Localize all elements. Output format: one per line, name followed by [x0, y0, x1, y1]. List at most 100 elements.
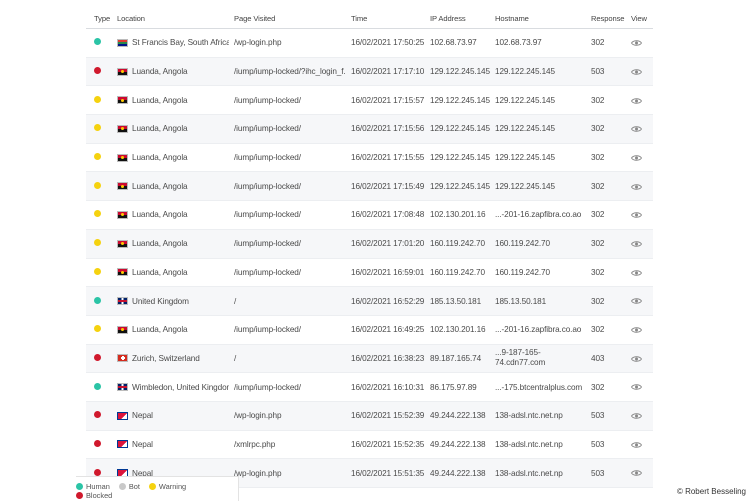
ip-address-cell: 185.13.50.181	[430, 296, 482, 306]
view-cell	[626, 297, 653, 306]
type-status-dot	[94, 325, 101, 333]
header-view: View	[631, 14, 647, 23]
location-text: Luanda, Angola	[132, 67, 188, 77]
eye-icon[interactable]	[631, 440, 642, 449]
eye-icon[interactable]	[631, 67, 642, 76]
response-cell: 302	[591, 38, 605, 48]
country-flag-icon	[117, 96, 128, 105]
response-cell: 503	[591, 468, 605, 478]
type-status-dot	[94, 439, 101, 447]
type-status-dot	[94, 468, 101, 476]
legend-label: Warning	[158, 482, 187, 491]
response-cell: 302	[591, 210, 605, 220]
ip-address-cell: 160.119.242.70	[430, 239, 485, 249]
table-row[interactable]: Luanda, Angola/iump/iump-locked/?ihc_log…	[86, 57, 653, 87]
traffic-table: Type Location Page Visited Time IP Addre…	[86, 9, 653, 488]
table-row[interactable]: Luanda, Angola/iump/iump-locked/16/02/20…	[86, 86, 653, 116]
header-type[interactable]: Type	[86, 9, 112, 28]
eye-icon[interactable]	[631, 354, 642, 363]
hostname-cell: ...-175.btcentralplus.com	[495, 382, 583, 392]
ip-address-cell: 102.68.73.97	[430, 38, 477, 48]
view-cell	[626, 354, 653, 363]
eye-icon[interactable]	[631, 239, 642, 248]
legend-dot	[118, 483, 126, 490]
location-cell: Luanda, Angola	[112, 239, 229, 248]
country-flag-icon	[117, 383, 128, 392]
table-header: Type Location Page Visited Time IP Addre…	[86, 9, 653, 29]
table-row[interactable]: Luanda, Angola/iump/iump-locked/16/02/20…	[86, 143, 653, 173]
eye-icon[interactable]	[631, 124, 642, 133]
table-row[interactable]: Nepal/xmlrpc.php 16/02/2021 15:52:35 49.24…	[86, 430, 653, 460]
type-status-dot	[94, 181, 101, 189]
time-cell: 16/02/2021 16:38:23	[351, 353, 425, 363]
table-row[interactable]: Nepal/wp-login.php 16/02/2021 15:52:39 49.…	[86, 401, 653, 431]
eye-icon[interactable]	[631, 469, 642, 478]
eye-icon[interactable]	[631, 153, 642, 162]
page-visited-cell: /iump/iump-locked/	[234, 210, 301, 220]
type-status-dot	[94, 67, 101, 75]
header-location[interactable]: Location	[112, 9, 229, 28]
header-response[interactable]: Response	[586, 9, 626, 28]
page-visited-cell: /iump/iump-locked/	[234, 325, 301, 335]
eye-icon[interactable]	[631, 297, 642, 306]
eye-icon[interactable]	[631, 383, 642, 392]
page-visited-cell: /iump/iump-locked/	[234, 382, 301, 392]
table-row[interactable]: Wimbledon, United Kingdom/iump/iump-lock…	[86, 373, 653, 402]
eye-icon[interactable]	[631, 38, 642, 47]
eye-icon[interactable]	[631, 96, 642, 105]
time-cell: 16/02/2021 15:51:35	[351, 468, 425, 478]
location-text: Nepal	[132, 411, 153, 421]
eye-icon[interactable]	[631, 268, 642, 277]
table-row[interactable]: Luanda, Angola/iump/iump-locked/16/02/20…	[86, 258, 653, 288]
table-body: St Francis Bay, South Africa/wp-login.ph…	[86, 29, 653, 488]
legend-dot	[76, 483, 83, 490]
legend-label: Blocked	[86, 491, 113, 500]
view-cell	[626, 153, 653, 162]
location-cell: Nepal	[112, 411, 229, 420]
page-visited-cell: /iump/iump-locked/	[234, 239, 301, 249]
page-visited-cell: /iump/iump-locked/	[234, 181, 301, 191]
type-cell	[86, 353, 112, 363]
location-text: Luanda, Angola	[132, 210, 188, 220]
hostname-cell: 129.122.245.145	[495, 124, 555, 134]
table-row[interactable]: Luanda, Angola/iump/iump-locked/16/02/20…	[86, 201, 653, 230]
response-cell: 302	[591, 267, 605, 277]
hostname-cell: ...-201-16.zapfibra.co.ao	[495, 325, 582, 335]
location-cell: Luanda, Angola	[112, 325, 229, 334]
table-row[interactable]: Luanda, Angola/iump/iump-locked/16/02/20…	[86, 315, 653, 345]
type-cell	[86, 382, 112, 392]
table-row[interactable]: Zurich, Switzerland / 16/02/2021 16:38:23 8…	[86, 344, 653, 374]
response-cell: 503	[591, 411, 605, 421]
time-cell: 16/02/2021 15:52:39	[351, 411, 425, 421]
country-flag-icon	[117, 354, 128, 363]
page-visited-cell: /iump/iump-locked/	[234, 124, 301, 134]
header-page-visited[interactable]: Page Visited	[229, 9, 346, 28]
header-ip-address[interactable]: IP Address	[425, 9, 490, 28]
time-cell: 16/02/2021 17:15:56	[351, 124, 425, 134]
ip-address-cell: 49.244.222.138	[430, 411, 486, 421]
location-text: United Kingdom	[132, 296, 189, 306]
table-row[interactable]: Luanda, Angola/iump/iump-locked/16/02/20…	[86, 115, 653, 144]
hostname-cell: 160.119.242.70	[495, 267, 550, 277]
location-cell: Luanda, Angola	[112, 268, 229, 277]
type-cell	[86, 67, 112, 76]
location-cell: Nepal	[112, 440, 229, 449]
header-time[interactable]: Time	[346, 9, 425, 28]
country-flag-icon	[117, 210, 128, 219]
eye-icon[interactable]	[631, 325, 642, 334]
location-text: Nepal	[132, 439, 153, 449]
type-status-dot	[94, 95, 101, 103]
eye-icon[interactable]	[631, 411, 642, 420]
eye-icon[interactable]	[631, 182, 642, 191]
location-cell: United Kingdom	[112, 297, 229, 306]
table-row[interactable]: United Kingdom / 16/02/2021 16:52:29 185.13…	[86, 287, 653, 316]
type-status-dot	[94, 239, 101, 247]
country-flag-icon	[117, 124, 128, 133]
table-row[interactable]: Luanda, Angola/iump/iump-locked/16/02/20…	[86, 172, 653, 202]
eye-icon[interactable]	[631, 210, 642, 219]
header-hostname[interactable]: Hostname	[490, 9, 586, 28]
location-text: Luanda, Angola	[132, 124, 188, 134]
hostname-cell: 160.119.242.70	[495, 239, 550, 249]
table-row[interactable]: St Francis Bay, South Africa/wp-login.ph…	[86, 29, 653, 58]
table-row[interactable]: Luanda, Angola/iump/iump-locked/16/02/20…	[86, 229, 653, 259]
